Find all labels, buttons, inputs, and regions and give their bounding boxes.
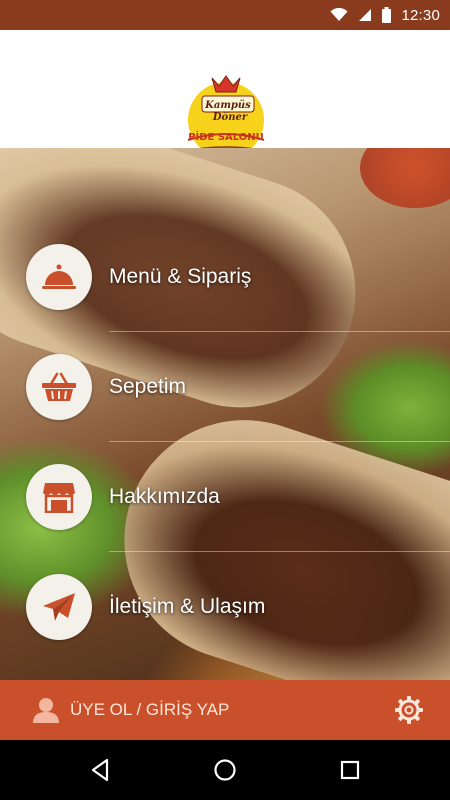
wifi-icon (330, 8, 348, 21)
login-register-button[interactable]: ÜYE OL / GİRİŞ YAP (32, 680, 229, 740)
menu-item-icon-circle (26, 573, 92, 640)
menu-item-menu-order[interactable]: Menü & Sipariş (0, 222, 450, 331)
main-menu: Menü & Sipariş Sepetim Hakkımızda İletiş… (0, 148, 450, 680)
paper-plane-icon (43, 592, 75, 621)
logo-text-doner: Döner (212, 112, 248, 123)
home-icon[interactable] (210, 755, 240, 785)
cell-signal-icon (359, 9, 372, 21)
user-icon (33, 698, 59, 723)
menu-item-label: Hakkımızda (109, 484, 220, 508)
menu-item-label: Menü & Sipariş (109, 264, 252, 288)
status-icons: 12:30 (330, 0, 440, 30)
login-register-label: ÜYE OL / GİRİŞ YAP (70, 700, 230, 719)
basket-icon (42, 372, 76, 401)
recents-icon[interactable] (335, 755, 365, 785)
storefront-icon (43, 482, 75, 513)
bottom-bar: ÜYE OL / GİRİŞ YAP (0, 680, 450, 740)
back-icon[interactable] (85, 755, 115, 785)
app-header: Kampüs Döner PİDE SALONU (0, 30, 450, 162)
menu-item-about[interactable]: Hakkımızda (0, 442, 450, 551)
hero-background: Menü & Sipariş Sepetim Hakkımızda İletiş… (0, 148, 450, 680)
menu-item-cart[interactable]: Sepetim (0, 332, 450, 441)
system-nav-bar (0, 740, 450, 800)
menu-item-icon-circle (26, 243, 92, 310)
menu-item-label: Sepetim (109, 374, 187, 398)
status-time: 12:30 (401, 6, 440, 24)
status-bar: 12:30 (0, 0, 450, 30)
gear-icon[interactable] (394, 695, 424, 725)
cloche-icon (42, 264, 76, 289)
logo-text-kampus: Kampüs (204, 100, 251, 111)
menu-item-icon-circle (26, 463, 92, 530)
logo-text-pide-salonu: PİDE SALONU (188, 129, 264, 143)
menu-item-contact[interactable]: İletişim & Ulaşım (0, 552, 450, 661)
battery-icon (382, 7, 392, 23)
menu-item-label: İletişim & Ulaşım (109, 594, 266, 618)
menu-item-icon-circle (26, 353, 92, 420)
